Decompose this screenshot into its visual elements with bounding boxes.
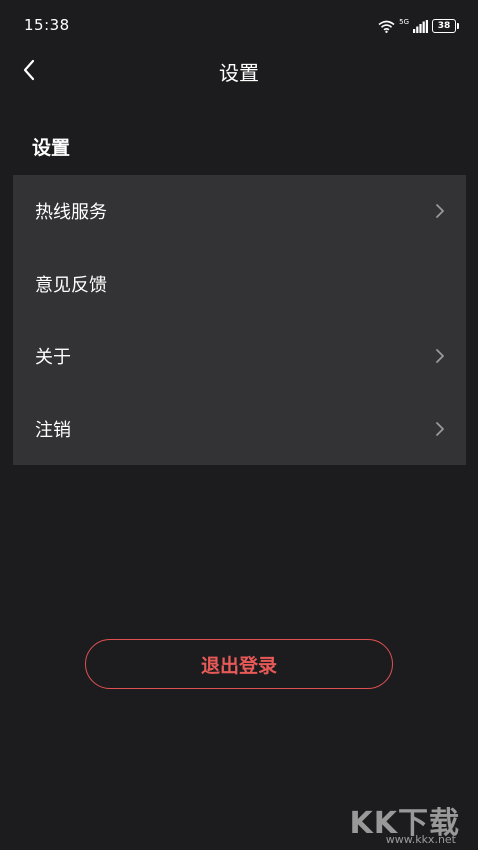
settings-item-about[interactable]: 关于 xyxy=(13,320,466,393)
settings-item-deregister[interactable]: 注销 xyxy=(13,393,466,466)
wifi-icon xyxy=(378,20,395,33)
settings-item-label: 意见反馈 xyxy=(35,274,107,296)
page-title: 设置 xyxy=(219,61,259,85)
watermark-url: www.kkx.net xyxy=(385,833,456,846)
status-icons: 5G 38 xyxy=(378,17,459,35)
battery-icon: 38 xyxy=(432,19,459,33)
nav-bar: 设置 xyxy=(0,45,478,95)
logout-button[interactable]: 退出登录 xyxy=(85,639,393,689)
settings-item-label: 注销 xyxy=(35,419,71,441)
status-bar: 15:38 5G 38 xyxy=(0,0,478,50)
section-title: 设置 xyxy=(32,137,71,159)
settings-item-hotline[interactable]: 热线服务 xyxy=(13,175,466,248)
status-time: 15:38 xyxy=(24,16,70,34)
chevron-right-icon xyxy=(434,202,446,220)
settings-item-label: 热线服务 xyxy=(35,202,107,224)
chevron-right-icon xyxy=(434,420,446,438)
settings-item-feedback[interactable]: 意见反馈 xyxy=(13,248,466,321)
network-type-label: 5G xyxy=(399,17,409,26)
settings-item-label: 关于 xyxy=(35,347,71,369)
signal-icon xyxy=(413,19,428,33)
chevron-right-icon xyxy=(434,347,446,365)
watermark: KK下载 www.kkx.net xyxy=(340,798,460,846)
settings-list: 热线服务 意见反馈 关于 注销 xyxy=(13,175,466,465)
